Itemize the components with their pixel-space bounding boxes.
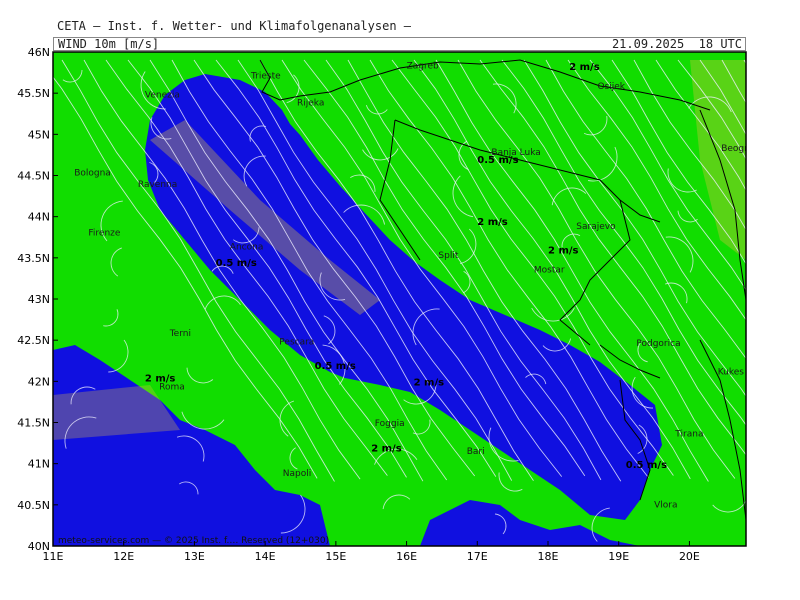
- x-tick-label: 16E: [396, 550, 417, 563]
- city-label: Trieste: [250, 71, 281, 81]
- city-label: Foggia: [375, 419, 405, 429]
- city-label: Bologna: [74, 169, 111, 179]
- city-label: Ravenna: [138, 180, 177, 190]
- city-label: Ancona: [230, 243, 264, 253]
- y-tick-label: 42.5N: [17, 334, 50, 347]
- city-label: Rijeka: [297, 99, 324, 109]
- city-label: Napoli: [283, 469, 311, 479]
- city-label: Venezia: [145, 90, 180, 100]
- y-tick-label: 44.5N: [17, 170, 50, 183]
- city-label: Tirana: [674, 430, 703, 440]
- y-tick-label: 42N: [28, 375, 50, 388]
- city-label: Firenze: [88, 229, 120, 239]
- city-label: Beograd: [721, 144, 759, 154]
- contour-label: 2 m/s: [145, 373, 176, 384]
- contour-label: 0.5 m/s: [626, 460, 667, 471]
- x-tick-label: 20E: [679, 550, 700, 563]
- y-tick-label: 46N: [28, 46, 50, 59]
- contour-label: 0.5 m/s: [477, 155, 518, 166]
- y-tick-label: 45N: [28, 128, 50, 141]
- y-tick-label: 43N: [28, 293, 50, 306]
- x-tick-label: 14E: [255, 550, 276, 563]
- city-label: Mostar: [534, 266, 565, 276]
- x-tick-label: 15E: [325, 550, 346, 563]
- city-label: Zagreb: [407, 62, 439, 72]
- y-tick-label: 40N: [28, 540, 50, 553]
- streamline: [788, 60, 800, 479]
- y-tick-label: 41N: [28, 458, 50, 471]
- map-plot-area: Zagreb Osijek Venezia Trieste Rijeka Bologna R…: [53, 52, 800, 546]
- contour-label: 2 m/s: [477, 217, 508, 228]
- y-tick-label: 45.5N: [17, 87, 50, 100]
- x-tick-label: 17E: [467, 550, 488, 563]
- city-label: Vlora: [654, 500, 677, 510]
- city-label: Pescara: [279, 337, 314, 347]
- y-tick-label: 43.5N: [17, 252, 50, 265]
- city-label: Split: [438, 251, 458, 261]
- y-tick-label: 44N: [28, 211, 50, 224]
- city-label: Osijek: [598, 82, 626, 92]
- contour-label: 2 m/s: [548, 246, 579, 257]
- y-tick-label: 41.5N: [17, 417, 50, 430]
- city-label: Podgorica: [636, 339, 680, 349]
- city-label: Sarajevo: [576, 222, 616, 232]
- x-tick-label: 12E: [113, 550, 134, 563]
- y-tick-label: 40.5N: [17, 499, 50, 512]
- city-label: Kukes: [718, 368, 745, 378]
- city-label: Bari: [467, 447, 485, 457]
- x-tick-label: 19E: [608, 550, 629, 563]
- streamline: [766, 60, 800, 476]
- contour-label: 2 m/s: [569, 62, 600, 73]
- contour-label: 0.5 m/s: [315, 361, 356, 372]
- contour-label: 2 m/s: [371, 443, 402, 454]
- x-tick-label: 13E: [184, 550, 205, 563]
- x-tick-label: 18E: [538, 550, 559, 563]
- streamline: [743, 59, 746, 65]
- contour-label: 2 m/s: [414, 377, 445, 388]
- contour-label: 0.5 m/s: [216, 258, 257, 269]
- copyright-notice: meteo-services.com — © 2025 Inst. f.… Re…: [58, 536, 329, 546]
- wind-map: Zagreb Osijek Venezia Trieste Rijeka Bologna R…: [17, 46, 800, 563]
- city-label: Terni: [169, 329, 191, 339]
